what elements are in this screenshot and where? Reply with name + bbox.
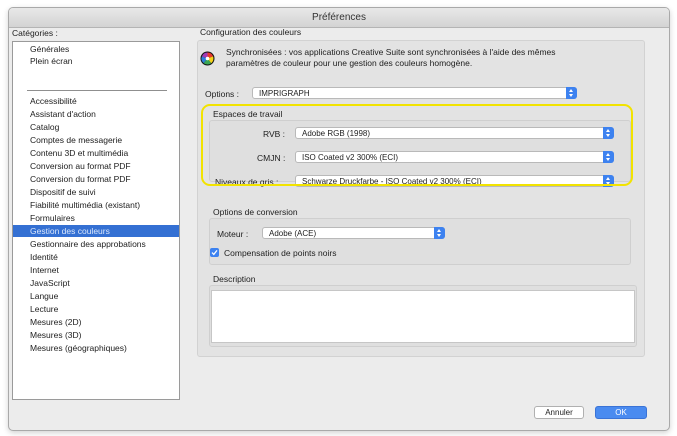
- category-item[interactable]: Catalog: [13, 121, 179, 133]
- engine-value: Adobe (ACE): [269, 229, 317, 238]
- category-item-selected[interactable]: Gestion des couleurs: [13, 225, 179, 237]
- conversion-title: Options de conversion: [213, 207, 298, 217]
- category-item[interactable]: Plein écran: [13, 55, 179, 67]
- category-item[interactable]: Mesures (2D): [13, 316, 179, 328]
- highlight-frame: [201, 104, 633, 186]
- black-point-checkbox[interactable]: [210, 248, 219, 257]
- category-item[interactable]: Formulaires: [13, 212, 179, 224]
- black-point-label[interactable]: Compensation de points noirs: [224, 248, 336, 258]
- checkmark-icon: [211, 249, 218, 256]
- options-select[interactable]: IMPRIGRAPH: [252, 87, 577, 99]
- category-item[interactable]: Lecture: [13, 303, 179, 315]
- options-label: Options :: [205, 89, 240, 99]
- popup-arrows-icon: [434, 227, 445, 239]
- sync-status-line: Synchronisées : vos applications Creativ…: [226, 47, 556, 57]
- engine-select[interactable]: Adobe (ACE): [262, 227, 445, 239]
- categories-label: Catégories :: [12, 28, 58, 38]
- color-sync-icon: [200, 51, 215, 66]
- description-title: Description: [213, 274, 256, 284]
- category-item[interactable]: Conversion du format PDF: [13, 173, 179, 185]
- sync-status-line: paramètres de couleur pour une gestion d…: [226, 58, 473, 68]
- category-item[interactable]: Mesures (3D): [13, 329, 179, 341]
- color-settings-heading: Configuration des couleurs: [200, 27, 302, 37]
- category-item[interactable]: Comptes de messagerie: [13, 134, 179, 146]
- window-title: Préférences: [9, 8, 669, 28]
- category-item[interactable]: Conversion au format PDF: [13, 160, 179, 172]
- category-item[interactable]: JavaScript: [13, 277, 179, 289]
- categories-list[interactable]: Générales Plein écran Accessibilité Assi…: [12, 41, 180, 400]
- category-item[interactable]: Dispositif de suivi: [13, 186, 179, 198]
- popup-arrows-icon: [566, 87, 577, 99]
- ok-button[interactable]: OK: [595, 406, 647, 419]
- cancel-button[interactable]: Annuler: [534, 406, 584, 419]
- engine-label: Moteur :: [217, 229, 249, 239]
- category-item[interactable]: Langue: [13, 290, 179, 302]
- category-item[interactable]: Générales: [13, 43, 179, 55]
- category-item[interactable]: Fiabilité multimédia (existant): [13, 199, 179, 211]
- description-area: [211, 290, 635, 343]
- options-value: IMPRIGRAPH: [259, 89, 310, 98]
- category-item[interactable]: Identité: [13, 251, 179, 263]
- category-item[interactable]: Mesures (géographiques): [13, 342, 179, 354]
- sync-status-text: Synchronisées : vos applications Creativ…: [226, 47, 626, 69]
- category-separator: [27, 90, 167, 91]
- category-item[interactable]: Contenu 3D et multimédia: [13, 147, 179, 159]
- category-item[interactable]: Assistant d'action: [13, 108, 179, 120]
- category-item[interactable]: Gestionnaire des approbations: [13, 238, 179, 250]
- category-item[interactable]: Accessibilité: [13, 95, 179, 107]
- category-item[interactable]: Internet: [13, 264, 179, 276]
